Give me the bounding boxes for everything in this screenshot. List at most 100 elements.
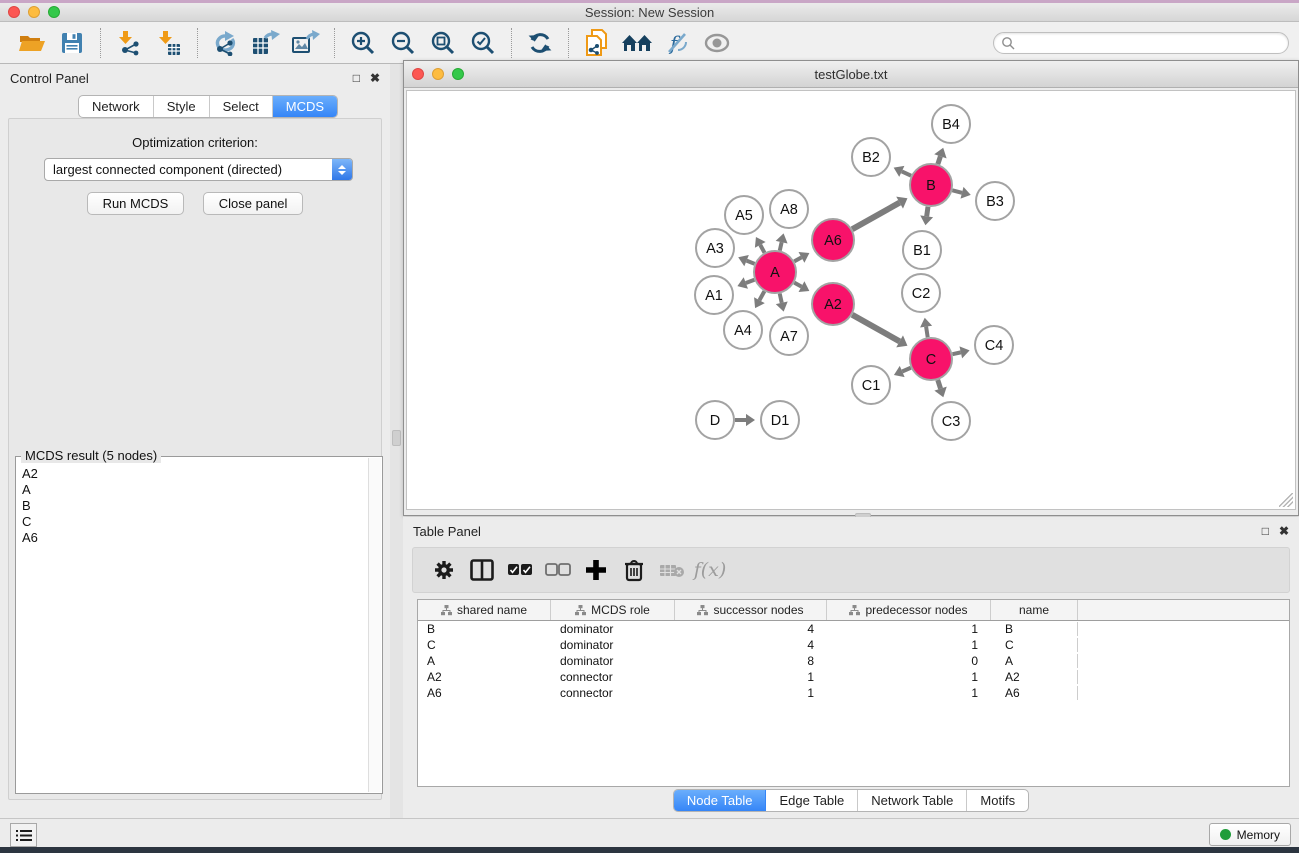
tab-network-table[interactable]: Network Table [858, 790, 967, 811]
table-cell: 0 [827, 654, 991, 668]
float-panel-icon[interactable]: □ [353, 71, 360, 85]
first-neighbors-button[interactable] [617, 26, 657, 60]
table-row[interactable]: Bdominator41B [418, 621, 1289, 637]
column-header-successor-nodes[interactable]: successor nodes [675, 600, 827, 620]
column-header-shared-name[interactable]: shared name [418, 600, 551, 620]
close-panel-button[interactable]: Close panel [203, 192, 304, 215]
graph-edge[interactable] [926, 327, 928, 338]
graph-edge[interactable] [760, 245, 764, 253]
tab-motifs[interactable]: Motifs [967, 790, 1028, 811]
table-row[interactable]: A2connector11A2 [418, 669, 1289, 685]
graph-node-label: C4 [985, 338, 1004, 354]
table-cell: 1 [827, 638, 991, 652]
add-column-button[interactable] [577, 553, 615, 587]
graph-edge[interactable] [902, 171, 911, 175]
tab-node-table[interactable]: Node Table [674, 790, 767, 811]
copy-network-button[interactable] [577, 26, 617, 60]
tab-mcds[interactable]: MCDS [273, 96, 337, 117]
double-home-icon [621, 31, 653, 55]
column-header-mcds-role[interactable]: MCDS role [551, 600, 675, 620]
graph-edge[interactable] [794, 283, 801, 287]
window-title: Session: New Session [0, 5, 1299, 20]
mcds-result-list[interactable]: A2ABCA6 [17, 465, 367, 792]
close-panel-icon[interactable]: ✖ [370, 71, 380, 85]
show-graphics-details-button[interactable] [697, 26, 737, 60]
result-item[interactable]: C [17, 513, 367, 529]
table-row[interactable]: Cdominator41C [418, 637, 1289, 653]
result-item[interactable]: A2 [17, 465, 367, 481]
table-cell: 8 [675, 654, 827, 668]
window-resize-grip[interactable] [1279, 493, 1293, 507]
zoom-fit-button[interactable] [423, 26, 463, 60]
graph-node-label: B [926, 178, 936, 194]
vertical-splitter[interactable] [390, 64, 403, 818]
import-table-button[interactable] [149, 26, 189, 60]
graph-edge[interactable] [794, 257, 801, 261]
splitter-grip[interactable] [392, 430, 401, 446]
graph-edge[interactable] [952, 190, 962, 192]
column-layout-button[interactable] [463, 553, 501, 587]
graph-edge[interactable] [927, 207, 928, 217]
graph-edge[interactable] [938, 380, 941, 389]
zoom-in-button[interactable] [343, 26, 383, 60]
tab-edge-table[interactable]: Edge Table [766, 790, 858, 811]
run-mcds-button[interactable]: Run MCDS [87, 192, 185, 215]
search-field[interactable] [993, 32, 1289, 54]
delete-column-button[interactable] [615, 553, 653, 587]
float-panel-icon[interactable]: □ [1262, 524, 1269, 538]
import-table-icon [156, 30, 182, 56]
task-history-button[interactable] [10, 823, 37, 847]
network-window-title: testGlobe.txt [404, 67, 1298, 82]
criterion-dropdown[interactable]: largest connected component (directed) [44, 158, 353, 181]
edge-arrowhead-icon [920, 318, 932, 328]
tab-style[interactable]: Style [154, 96, 210, 117]
result-list-scrollbar[interactable] [368, 458, 381, 792]
graph-edge[interactable] [747, 261, 755, 264]
delete-table-button[interactable] [653, 553, 691, 587]
deselect-all-checkboxes-button[interactable] [539, 553, 577, 587]
table-cell: A2 [418, 670, 551, 684]
result-item[interactable]: A [17, 481, 367, 497]
delete-table-icon [659, 561, 685, 579]
column-header-name[interactable]: name [991, 600, 1078, 620]
graph-edge[interactable] [852, 203, 899, 230]
refresh-layout-button[interactable] [520, 26, 560, 60]
result-item[interactable]: B [17, 497, 367, 513]
table-row[interactable]: A6connector11A6 [418, 685, 1289, 701]
graph-edge[interactable] [759, 291, 764, 300]
graph-edge[interactable] [938, 156, 941, 164]
open-session-button[interactable] [12, 26, 52, 60]
close-panel-icon[interactable]: ✖ [1279, 524, 1289, 538]
graph-edge[interactable] [780, 242, 782, 250]
memory-button[interactable]: Memory [1209, 823, 1291, 846]
export-table-button[interactable] [246, 26, 286, 60]
table-settings-button[interactable] [425, 553, 463, 587]
network-graph[interactable]: B4B2BB3A5A8A6A3B1AA1C2A2A4A7C4CC1DD1C3 [407, 91, 1295, 509]
column-header-predecessor-nodes[interactable]: predecessor nodes [827, 600, 991, 620]
graph-edge[interactable] [780, 293, 782, 302]
hierarchy-icon [849, 605, 860, 616]
graph-node-label: A2 [824, 297, 842, 313]
result-item[interactable]: A6 [17, 529, 367, 545]
table-cell: 1 [675, 670, 827, 684]
graph-edge[interactable] [852, 315, 899, 342]
network-window-titlebar[interactable]: testGlobe.txt [404, 61, 1298, 88]
import-network-button[interactable] [109, 26, 149, 60]
hide-selected-button[interactable]: f [657, 26, 697, 60]
select-all-checkboxes-button[interactable] [501, 553, 539, 587]
graph-edge[interactable] [902, 368, 911, 372]
zoom-selected-button[interactable] [463, 26, 503, 60]
search-icon [1001, 36, 1016, 51]
tab-network[interactable]: Network [79, 96, 154, 117]
save-session-button[interactable] [52, 26, 92, 60]
export-image-button[interactable] [286, 26, 326, 60]
tab-select[interactable]: Select [210, 96, 273, 117]
application-window: Session: New Session [0, 0, 1299, 853]
export-network-button[interactable] [206, 26, 246, 60]
graph-edge[interactable] [952, 352, 960, 354]
table-row[interactable]: Adominator80A [418, 653, 1289, 669]
zoom-out-button[interactable] [383, 26, 423, 60]
function-builder-button[interactable]: f(x) [691, 553, 729, 587]
graph-edge[interactable] [746, 280, 755, 283]
network-canvas[interactable]: B4B2BB3A5A8A6A3B1AA1C2A2A4A7C4CC1DD1C3 [406, 90, 1296, 510]
